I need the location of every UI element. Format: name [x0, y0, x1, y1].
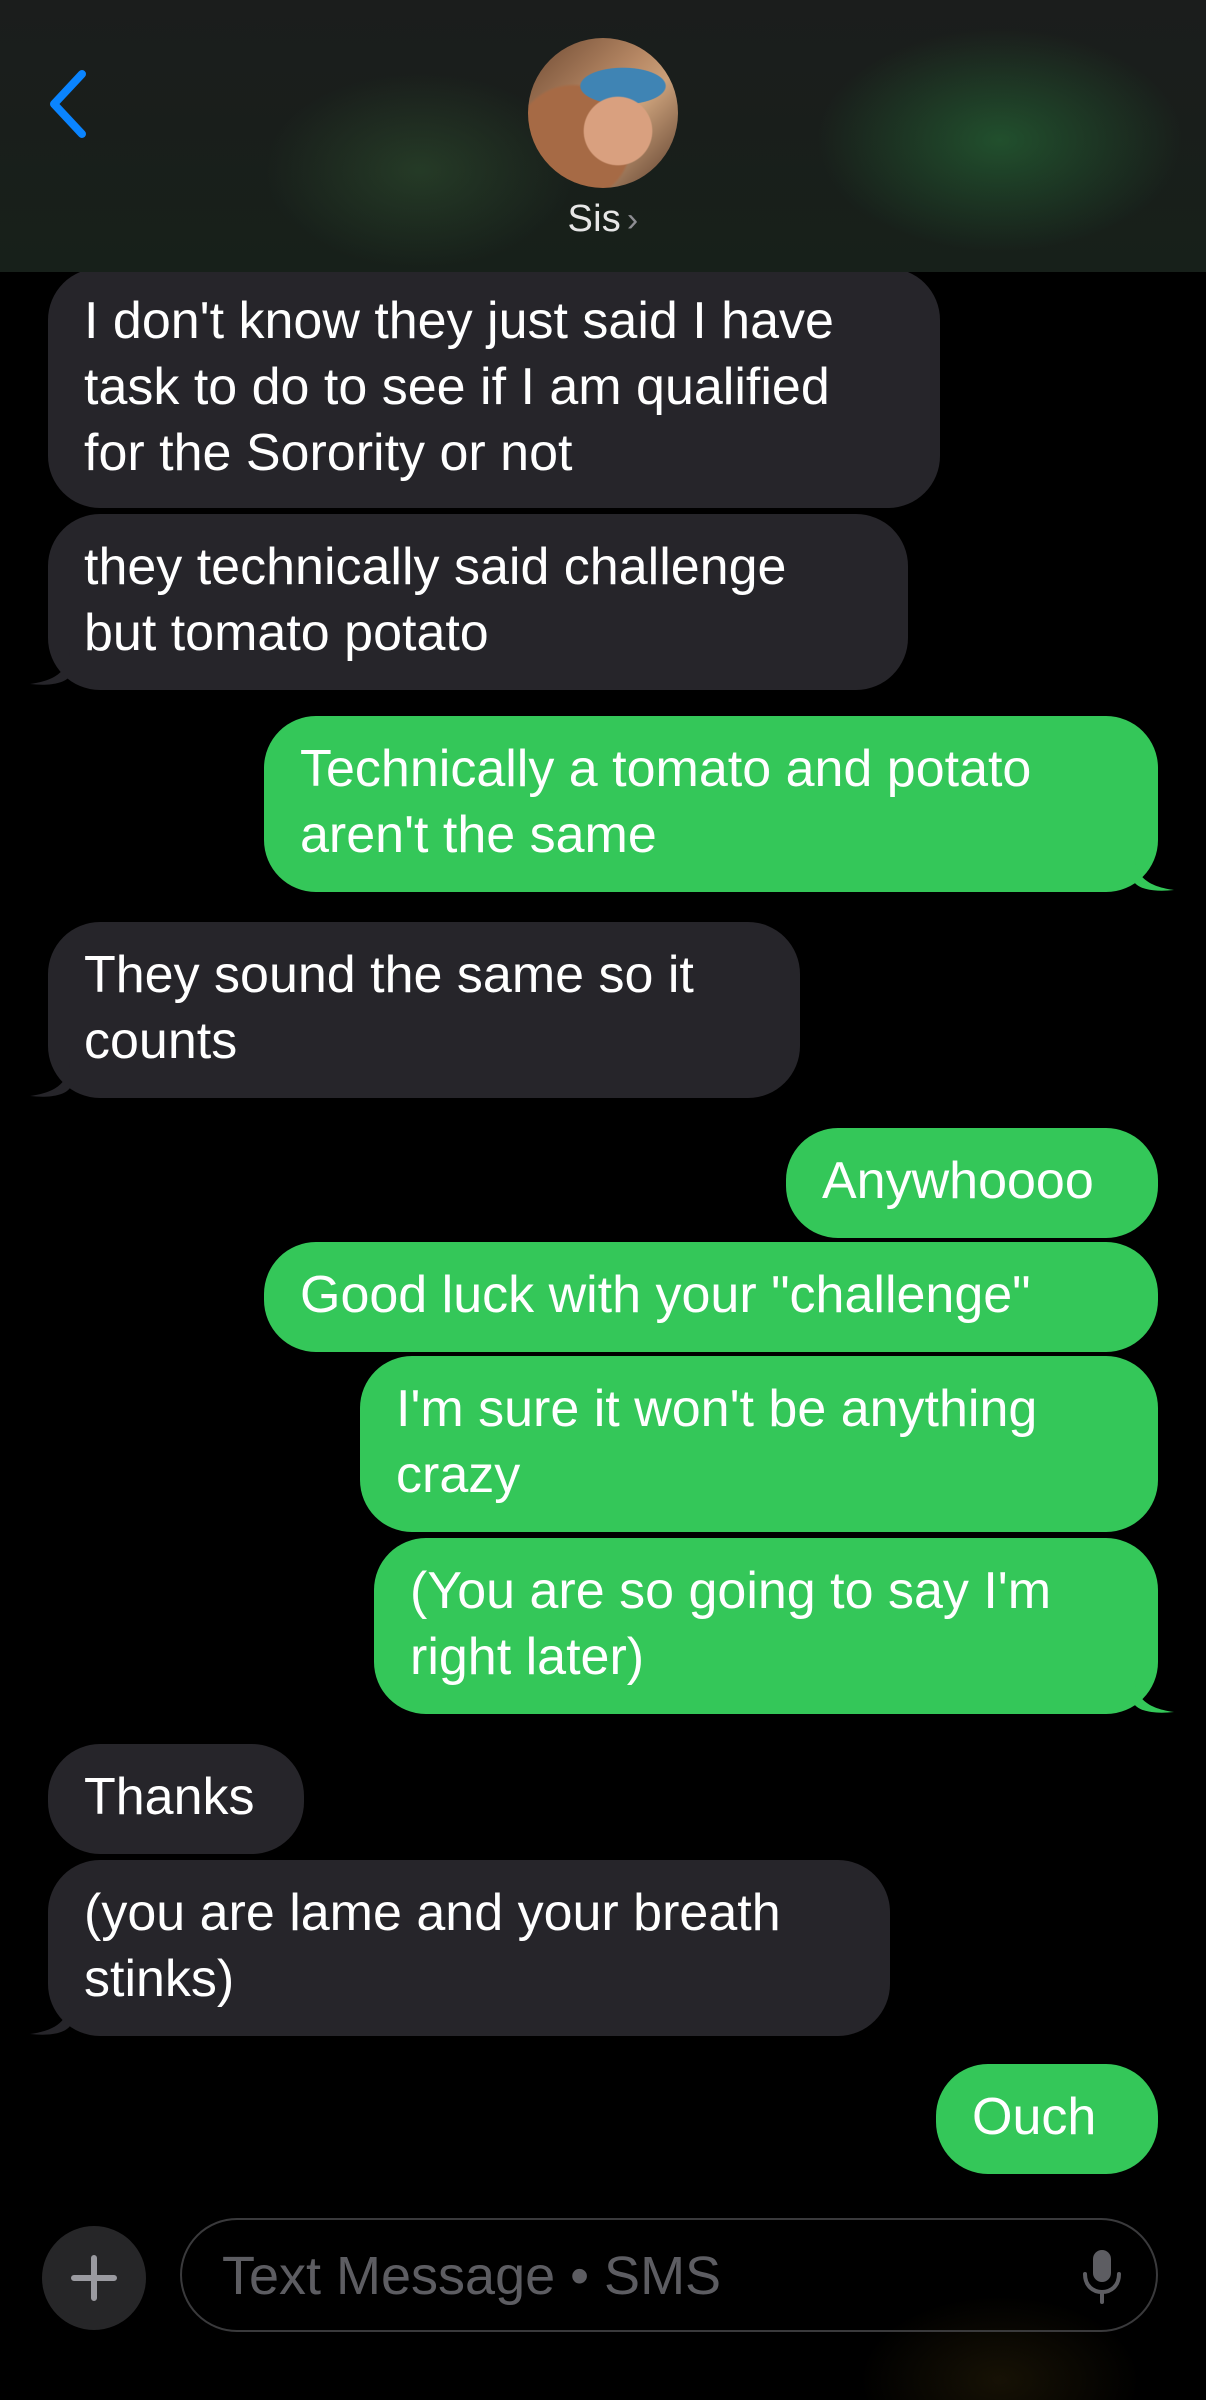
back-button[interactable]	[40, 64, 100, 144]
message-input[interactable]: Text Message • SMS	[180, 2218, 1158, 2332]
message-bubble-outgoing[interactable]: (You are so going to say I'm right later…	[374, 1538, 1158, 1714]
bubble-tail-icon	[30, 2000, 70, 2035]
message-bubble-outgoing[interactable]: Ouch	[936, 2064, 1158, 2174]
add-attachment-button[interactable]	[42, 2226, 146, 2330]
message-input-placeholder: Text Message • SMS	[222, 2246, 722, 2306]
bubble-tail-icon	[30, 1062, 70, 1097]
message-bubble-outgoing[interactable]: Good luck with your "challenge"	[264, 1242, 1158, 1352]
chevron-right-icon: ›	[626, 201, 639, 239]
message-composer: Text Message • SMS	[0, 2200, 1206, 2400]
message-bubble-incoming[interactable]: (you are lame and your breath stinks)	[48, 1860, 890, 2036]
message-bubble-incoming[interactable]: Thanks	[48, 1744, 304, 1854]
chevron-left-icon	[50, 70, 86, 138]
message-bubble-outgoing[interactable]: Technically a tomato and potato aren't t…	[264, 716, 1158, 892]
message-bubble-incoming[interactable]: I don't know they just said I have task …	[48, 268, 940, 508]
message-bubble-outgoing[interactable]: Anywhoooo	[786, 1128, 1158, 1238]
bubble-tail-icon	[30, 650, 70, 685]
bubble-tail-icon	[1134, 856, 1174, 891]
contact-avatar[interactable]	[528, 38, 678, 188]
plus-icon	[71, 2255, 117, 2301]
message-thread: I don't know they just said I have task …	[0, 0, 1206, 2200]
contact-name: Sis	[567, 198, 621, 240]
contact-name-button[interactable]: Sis ›	[0, 198, 1206, 241]
bubble-tail-icon	[1134, 1678, 1174, 1713]
microphone-icon[interactable]	[1078, 2248, 1126, 2306]
message-bubble-incoming[interactable]: they technically said challenge but toma…	[48, 514, 908, 690]
conversation-header: Sis ›	[0, 0, 1206, 272]
message-bubble-incoming[interactable]: They sound the same so it counts	[48, 922, 800, 1098]
message-bubble-outgoing[interactable]: I'm sure it won't be anything crazy	[360, 1356, 1158, 1532]
